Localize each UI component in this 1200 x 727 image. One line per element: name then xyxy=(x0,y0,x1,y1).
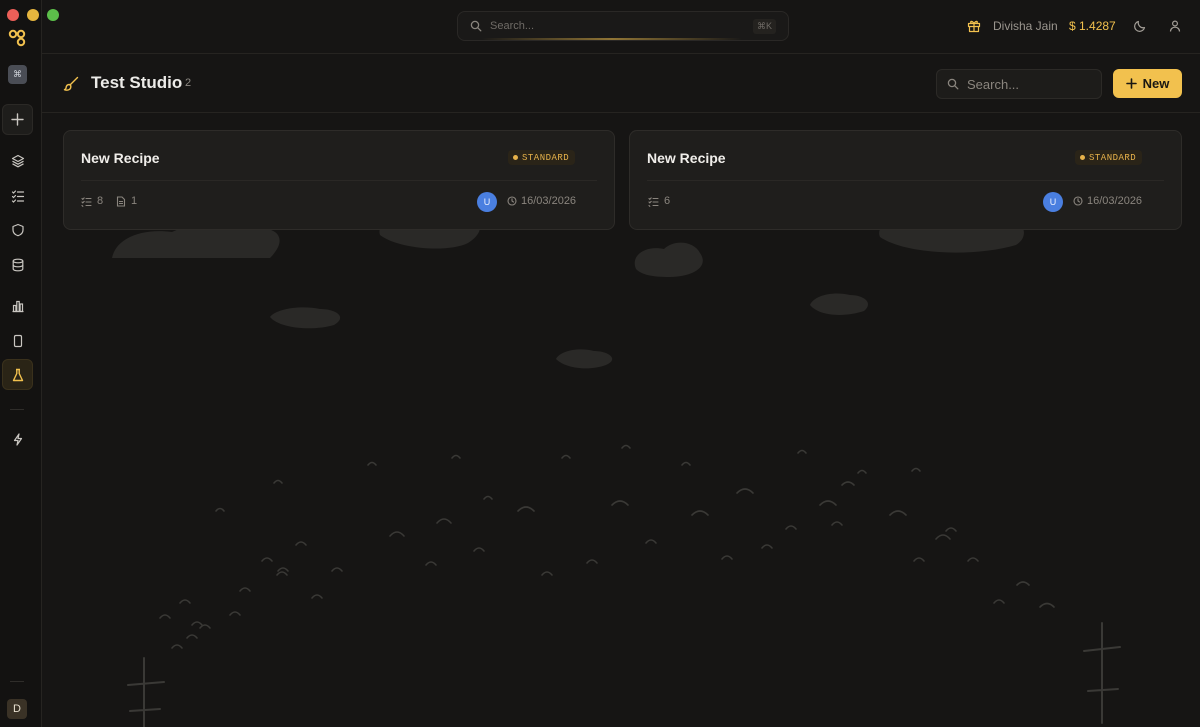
recipe-date-text: 16/03/2026 xyxy=(1087,195,1143,207)
bar-chart-icon xyxy=(12,300,23,312)
credits-balance[interactable]: $ 1.4287 xyxy=(1069,19,1116,33)
sidebar-item-shield[interactable] xyxy=(2,214,33,245)
recipe-files-stat: 1 xyxy=(116,195,137,207)
recipe-search[interactable] xyxy=(936,69,1102,99)
sidebar-item-analytics[interactable] xyxy=(2,290,33,321)
list-icon xyxy=(81,196,92,207)
sidebar-item-layers[interactable] xyxy=(2,145,33,176)
recipe-card[interactable]: New Recipe STANDARD 6 U 16/03/2026 xyxy=(629,130,1182,230)
new-recipe-button[interactable]: New xyxy=(1113,69,1182,98)
sidebar-item-device[interactable] xyxy=(2,325,33,356)
birds-flock xyxy=(159,444,1055,649)
global-search-placeholder: Search... xyxy=(490,20,535,32)
new-button-label: New xyxy=(1142,76,1170,91)
power-poles xyxy=(127,622,1121,727)
cloud-shape xyxy=(556,349,613,369)
document-icon xyxy=(116,195,126,207)
plus-icon xyxy=(1125,78,1137,89)
user-avatar[interactable]: D xyxy=(7,699,27,719)
cloud-shape xyxy=(634,242,703,277)
recipe-steps-stat: 6 xyxy=(648,195,670,207)
recipe-title: New Recipe xyxy=(647,150,726,166)
workspace-badge[interactable]: ⌘ xyxy=(8,65,27,84)
sidebar-item-studio[interactable] xyxy=(2,359,33,390)
recipe-search-input[interactable] xyxy=(967,76,1097,92)
recipe-steps-count: 6 xyxy=(664,195,671,207)
user-name[interactable]: Divisha Jain xyxy=(993,19,1058,33)
sidebar-divider xyxy=(10,681,24,682)
checklist-icon xyxy=(11,189,24,203)
cloud-shape xyxy=(270,307,341,329)
search-shortcut: ⌘K xyxy=(752,19,776,34)
window-minimize-button[interactable] xyxy=(27,9,39,21)
recipe-type-badge: STANDARD xyxy=(1075,150,1143,165)
page-title: Test Studio xyxy=(91,73,183,92)
recipe-type-badge: STANDARD xyxy=(508,150,576,165)
recipe-files-count: 1 xyxy=(131,195,138,207)
list-icon xyxy=(648,196,659,207)
app-window: ⌘ D Search... ⌘K Divisha Jain $ 1.4287 T… xyxy=(0,0,1200,727)
recipe-count: 2 xyxy=(185,77,192,89)
global-search[interactable]: Search... ⌘K xyxy=(457,11,789,41)
sidebar-item-tasks[interactable] xyxy=(2,180,33,211)
sidebar-divider xyxy=(10,409,24,410)
recipe-steps-count: 8 xyxy=(97,195,104,207)
layers-icon xyxy=(11,154,24,167)
recipe-date: 16/03/2026 xyxy=(507,195,576,207)
recipe-title: New Recipe xyxy=(81,150,160,166)
app-logo-icon[interactable] xyxy=(8,29,26,47)
sidebar-item-database[interactable] xyxy=(2,249,33,280)
studio-brush-icon xyxy=(63,76,79,91)
lightning-icon xyxy=(13,433,22,446)
window-close-button[interactable] xyxy=(7,9,19,21)
database-icon xyxy=(12,258,23,271)
card-divider xyxy=(81,180,597,181)
search-icon xyxy=(947,78,959,90)
cloud-shape xyxy=(810,293,869,315)
sidebar-item-lightning[interactable] xyxy=(2,424,33,455)
search-icon xyxy=(470,20,482,32)
author-avatar: U xyxy=(1043,192,1063,212)
clock-icon xyxy=(1073,196,1083,206)
recipe-steps-stat: 8 xyxy=(81,195,103,207)
plus-icon xyxy=(11,113,24,126)
clock-icon xyxy=(507,196,517,206)
user-profile-icon[interactable] xyxy=(1168,19,1182,33)
recipe-date-text: 16/03/2026 xyxy=(521,195,577,207)
page-header: Test Studio 2 New xyxy=(42,55,1200,113)
sidebar-new-button[interactable] xyxy=(2,104,33,135)
phone-icon xyxy=(13,334,22,347)
shield-icon xyxy=(11,223,24,236)
card-divider xyxy=(647,180,1164,181)
recipe-date: 16/03/2026 xyxy=(1073,195,1142,207)
flask-icon xyxy=(12,368,23,381)
recipe-card[interactable]: New Recipe STANDARD 8 1 U 16/03/2026 xyxy=(63,130,615,230)
search-highlight xyxy=(482,38,742,40)
top-bar: Search... ⌘K Divisha Jain $ 1.4287 xyxy=(42,0,1200,54)
gift-icon[interactable] xyxy=(967,19,981,33)
sidebar: ⌘ D xyxy=(0,0,59,727)
theme-toggle-moon-icon[interactable] xyxy=(1133,19,1147,33)
author-avatar: U xyxy=(477,192,497,212)
